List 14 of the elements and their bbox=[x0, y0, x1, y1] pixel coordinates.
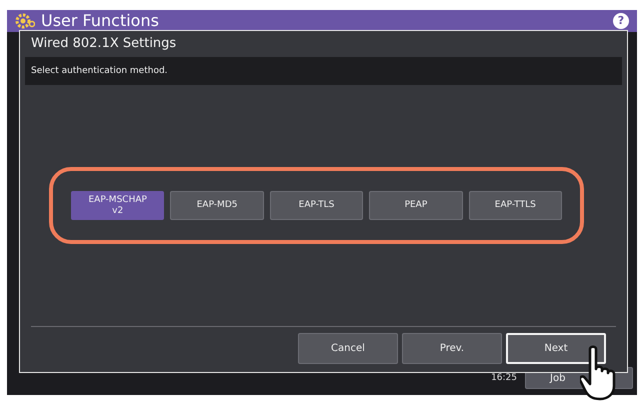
dialog-title: Wired 802.1X Settings bbox=[30, 35, 178, 53]
dialog-button[interactable]: Next bbox=[506, 333, 606, 364]
method-button[interactable]: EAP-TLS bbox=[270, 191, 364, 220]
help-button[interactable]: ? bbox=[613, 13, 629, 29]
method-button[interactable]: EAP-TTLS bbox=[468, 191, 562, 220]
dialog-button[interactable]: Cancel bbox=[298, 333, 398, 364]
method-button[interactable]: EAP-MSCHAP v2 bbox=[71, 191, 164, 220]
header-title: User Functions bbox=[41, 10, 160, 32]
clock-time: 16:25 bbox=[491, 373, 517, 383]
dialog-button[interactable]: Prev. bbox=[402, 333, 502, 364]
method-button[interactable]: PEAP bbox=[369, 191, 463, 220]
gear-icon bbox=[15, 12, 35, 30]
method-button[interactable]: EAP-MD5 bbox=[170, 191, 264, 220]
instruction-message: Select authentication method. bbox=[25, 57, 622, 85]
